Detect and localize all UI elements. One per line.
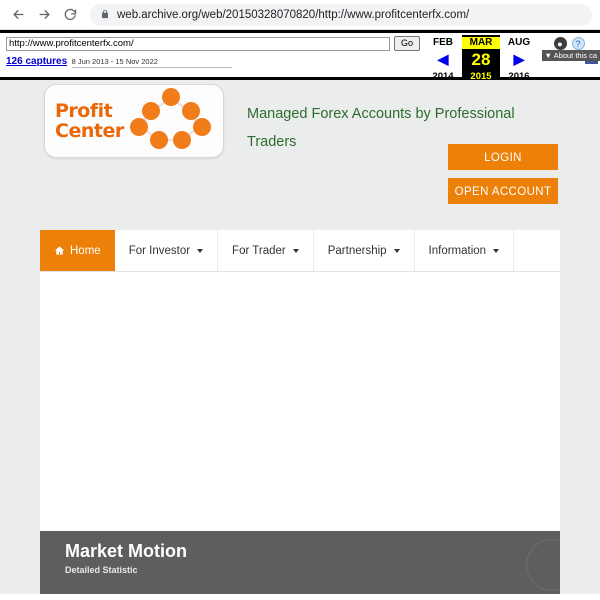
browser-toolbar: web.archive.org/web/20150328070820/http:… (0, 0, 600, 30)
main-content-area (40, 272, 560, 531)
about-this-capture-button[interactable]: ▼ About this ca (541, 50, 600, 61)
network-nodes-icon (129, 86, 212, 157)
chevron-down-icon (393, 248, 400, 253)
wayback-month-next[interactable]: AUG ▶ 2016 (500, 35, 538, 82)
wayback-date-navigator: FEB ◀ 2014 MAR 28 2015 AUG ▶ 2016 ● ? En… (424, 33, 600, 82)
login-button[interactable]: LOGIN (448, 144, 558, 170)
nav-item-home[interactable]: Home (40, 230, 115, 271)
main-navigation: Home For Investor For Trader Partnership… (40, 230, 560, 272)
logo-line-1: Profit (55, 100, 113, 122)
nav-item-partnership[interactable]: Partnership (314, 230, 415, 271)
market-motion-title: Market Motion (65, 541, 188, 561)
next-capture-arrow-icon[interactable]: ▶ (500, 50, 538, 69)
wayback-url-row: Go (6, 36, 420, 51)
nav-item-label: Home (70, 244, 101, 257)
archived-page: Profit Center Managed Forex Accounts by … (0, 80, 600, 594)
capture-day: 28 (471, 50, 491, 69)
user-account-icon[interactable]: ● (553, 37, 567, 50)
month-label: MAR (462, 37, 500, 49)
decorative-circle (526, 539, 560, 591)
market-motion-section: Market Motion Detailed Statistic (40, 531, 560, 594)
address-bar-text: web.archive.org/web/20150328070820/http:… (117, 8, 470, 21)
nav-item-label: For Trader (232, 244, 286, 257)
help-question-icon[interactable]: ? (571, 37, 585, 50)
chevron-down-icon (197, 248, 204, 253)
address-bar[interactable]: web.archive.org/web/20150328070820/http:… (90, 3, 592, 26)
nav-item-information[interactable]: Information (415, 230, 515, 271)
wayback-left-panel: Go 126 captures 8 Jun 2013 - 15 Nov 2022 (0, 33, 424, 77)
site-logo[interactable]: Profit Center (44, 84, 224, 158)
logo-wordmark: Profit Center (55, 101, 124, 141)
month-label: AUG (507, 37, 531, 48)
chevron-down-icon (493, 248, 500, 253)
wayback-month-current[interactable]: MAR 28 2015 (462, 35, 500, 82)
wayback-icon-row: ● ? (553, 37, 585, 50)
forward-arrow-icon[interactable] (34, 5, 54, 25)
back-arrow-icon[interactable] (8, 5, 28, 25)
nav-item-label: Partnership (327, 244, 387, 257)
prev-capture-arrow-icon[interactable]: ◀ (424, 50, 462, 69)
lock-icon (100, 6, 110, 24)
nav-item-for-investor[interactable]: For Investor (115, 230, 219, 271)
wayback-captures-link[interactable]: 126 captures (6, 56, 67, 67)
nav-item-label: Information (428, 244, 487, 257)
wayback-icon-cluster: ● ? En Ru f ▼ About this ca (538, 35, 600, 64)
chevron-down-icon (292, 248, 299, 253)
site-header: Profit Center Managed Forex Accounts by … (40, 80, 560, 222)
open-account-button[interactable]: OPEN ACCOUNT (448, 178, 558, 204)
market-motion-subtitle: Detailed Statistic (65, 565, 138, 575)
wayback-go-button[interactable]: Go (393, 36, 420, 51)
wayback-machine-toolbar: Go 126 captures 8 Jun 2013 - 15 Nov 2022… (0, 30, 600, 82)
reload-icon[interactable] (60, 5, 80, 25)
wayback-date-range: 8 Jun 2013 - 15 Nov 2022 (71, 57, 232, 68)
wayback-month-prev[interactable]: FEB ◀ 2014 (424, 35, 462, 82)
wayback-url-input[interactable] (6, 36, 390, 51)
nav-item-for-trader[interactable]: For Trader (218, 230, 314, 271)
home-icon (54, 245, 65, 256)
month-label: FEB (433, 37, 453, 48)
nav-item-label: For Investor (128, 244, 191, 257)
header-button-group: LOGIN OPEN ACCOUNT (448, 144, 558, 204)
logo-line-2: Center (55, 120, 124, 142)
